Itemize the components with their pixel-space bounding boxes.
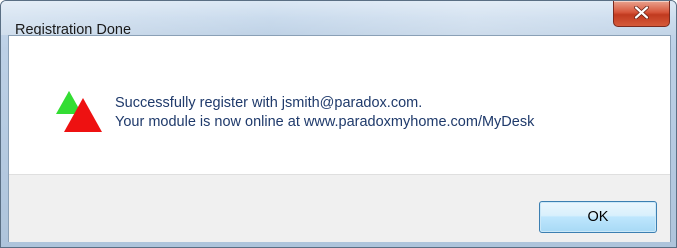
message-line-2: Your module is now online at www.paradox…: [115, 114, 535, 130]
message-text: Successfully register with jsmith@parado…: [115, 94, 534, 132]
close-icon: [634, 6, 649, 19]
message-line-1: Successfully register with jsmith@parado…: [115, 95, 423, 111]
title-bar[interactable]: Registration Done: [1, 1, 676, 38]
ok-button[interactable]: OK: [539, 201, 657, 233]
registration-dialog: Registration Done Successfully register …: [0, 0, 677, 248]
close-button[interactable]: [613, 1, 670, 27]
button-footer: OK: [9, 174, 670, 242]
message-area: Successfully register with jsmith@parado…: [9, 36, 670, 174]
dialog-client-area: Successfully register with jsmith@parado…: [8, 35, 671, 242]
triangles-logo-icon: [56, 91, 102, 132]
